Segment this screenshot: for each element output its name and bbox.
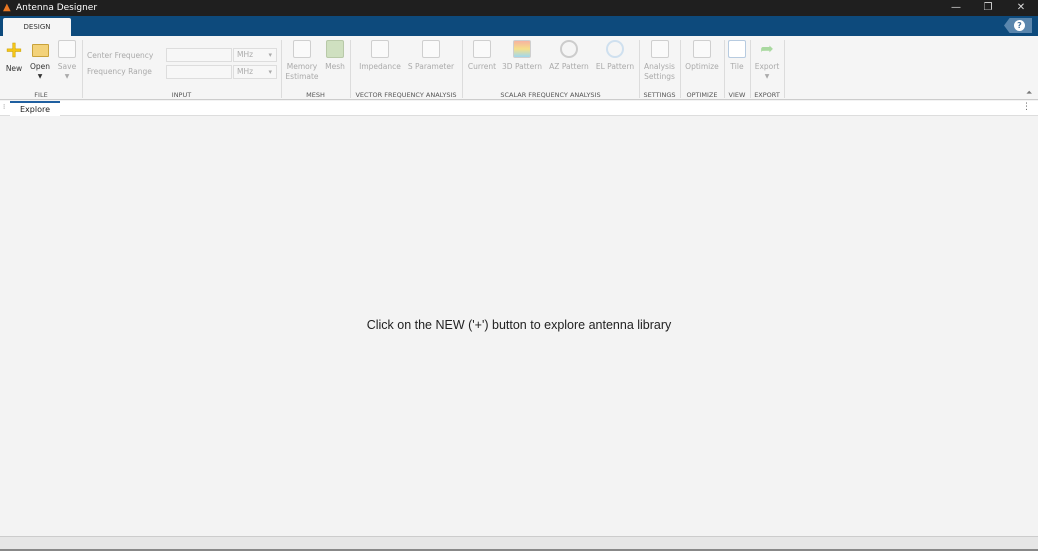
divider bbox=[784, 40, 785, 98]
s-parameter-plot-icon bbox=[422, 40, 440, 58]
az-pattern-button[interactable]: AZ Pattern bbox=[547, 40, 591, 72]
section-label-export: EXPORT bbox=[754, 91, 780, 99]
ribbon-tab-bar: DESIGN ? bbox=[0, 16, 1038, 36]
section-label-view: VIEW bbox=[728, 91, 746, 99]
tab-explore[interactable]: Explore bbox=[10, 101, 60, 116]
export-button[interactable]: ➦ Export ▼ bbox=[752, 40, 782, 82]
divider bbox=[281, 40, 282, 98]
section-label-optimize: OPTIMIZE bbox=[686, 91, 718, 99]
tile-grid-icon bbox=[728, 40, 746, 58]
3d-pattern-button[interactable]: 3D Pattern bbox=[501, 40, 543, 72]
section-label-file: FILE bbox=[34, 91, 48, 99]
center-frequency-unit-dropdown[interactable]: MHz bbox=[233, 48, 277, 62]
drag-handle-icon[interactable]: ⁞ bbox=[3, 103, 5, 111]
frequency-range-input[interactable] bbox=[166, 65, 232, 79]
folder-icon bbox=[31, 44, 49, 57]
impedance-button[interactable]: Impedance bbox=[358, 40, 402, 72]
window-title: Antenna Designer bbox=[16, 3, 98, 13]
matlab-logo-icon: ▲ bbox=[3, 2, 11, 13]
close-button[interactable]: ✕ bbox=[1011, 1, 1031, 15]
section-label-settings: SETTINGS bbox=[643, 91, 676, 99]
mesh-button[interactable]: Mesh bbox=[322, 40, 348, 72]
open-button[interactable]: Open ▼ bbox=[28, 40, 52, 82]
current-button[interactable]: Current bbox=[465, 40, 499, 72]
chevron-down-icon: ▼ bbox=[764, 73, 770, 80]
section-label-vector-frequency-analysis: VECTOR FREQUENCY ANALYSIS bbox=[355, 91, 457, 99]
status-bar bbox=[0, 536, 1038, 551]
analysis-settings-gear-icon bbox=[650, 40, 669, 58]
divider bbox=[680, 40, 681, 98]
save-icon bbox=[58, 40, 76, 58]
restore-button[interactable]: ❐ bbox=[978, 1, 998, 15]
chevron-down-icon: ▼ bbox=[37, 73, 43, 80]
document-tab-bar: ⁞ Explore ⋮ bbox=[0, 101, 1038, 116]
frequency-range-unit-dropdown[interactable]: MHz bbox=[233, 65, 277, 79]
empty-state-message: Click on the NEW ('+') button to explore… bbox=[366, 318, 672, 332]
divider bbox=[82, 40, 83, 98]
memory-estimate-icon bbox=[293, 40, 311, 58]
center-frequency-input[interactable] bbox=[166, 48, 232, 62]
tile-button[interactable]: Tile bbox=[726, 40, 748, 72]
section-label-mesh: MESH bbox=[306, 91, 325, 99]
more-options-icon[interactable]: ⋮ bbox=[1022, 102, 1031, 112]
section-label-scalar-frequency-analysis: SCALAR FREQUENCY ANALYSIS bbox=[500, 91, 601, 99]
memory-estimate-button[interactable]: Memory Estimate bbox=[284, 40, 320, 82]
new-button[interactable]: + New bbox=[2, 38, 26, 74]
ribbon-toolstrip: + New Open ▼ Save ▼ FILE Center Frequency … bbox=[0, 36, 1038, 100]
frequency-range-label: Frequency Range bbox=[87, 67, 152, 76]
export-arrow-icon: ➦ bbox=[760, 39, 774, 58]
title-bar: ▲ Antenna Designer — ❐ ✕ bbox=[0, 0, 1038, 16]
divider bbox=[639, 40, 640, 98]
help-icon: ? bbox=[1014, 20, 1025, 31]
el-pattern-button[interactable]: EL Pattern bbox=[594, 40, 636, 72]
divider bbox=[724, 40, 725, 98]
analysis-settings-button[interactable]: Analysis Settings bbox=[641, 40, 678, 82]
collapse-ribbon-icon[interactable]: ⏶ bbox=[1026, 88, 1032, 98]
3d-pattern-icon bbox=[513, 40, 531, 58]
divider bbox=[462, 40, 463, 98]
az-pattern-icon bbox=[560, 40, 578, 58]
plus-icon: + bbox=[4, 38, 24, 63]
divider bbox=[350, 40, 351, 98]
save-button[interactable]: Save ▼ bbox=[55, 40, 79, 82]
impedance-plot-icon bbox=[371, 40, 389, 58]
minimize-button[interactable]: — bbox=[946, 1, 966, 15]
optimize-icon bbox=[693, 40, 711, 58]
chevron-down-icon: ▼ bbox=[64, 73, 70, 80]
current-icon bbox=[473, 40, 491, 58]
divider bbox=[750, 40, 751, 98]
center-frequency-label: Center Frequency bbox=[87, 51, 154, 60]
s-parameter-button[interactable]: S Parameter bbox=[406, 40, 456, 72]
section-label-input: INPUT bbox=[171, 91, 192, 99]
el-pattern-icon bbox=[606, 40, 624, 58]
optimize-button[interactable]: Optimize bbox=[682, 40, 722, 72]
tab-design[interactable]: DESIGN bbox=[3, 18, 71, 36]
help-button[interactable]: ? bbox=[1004, 18, 1032, 33]
mesh-icon bbox=[326, 40, 344, 58]
